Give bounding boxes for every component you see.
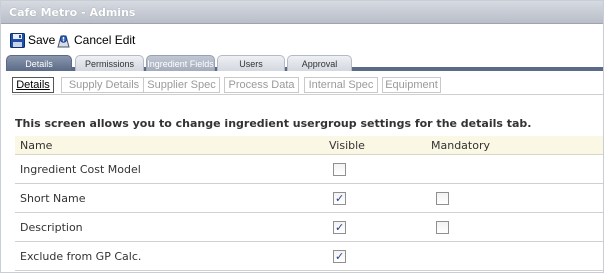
info-text: This screen allows you to change ingredi… bbox=[15, 117, 532, 130]
cancel-edit-label: Cancel Edit bbox=[74, 33, 136, 47]
visible-checkbox[interactable]: ✓ bbox=[333, 192, 346, 205]
visible-checkbox[interactable]: ✓ bbox=[333, 221, 346, 234]
row-name: Exclude from GP Calc. bbox=[20, 250, 142, 263]
window-title: Cafe Metro - Admins bbox=[9, 6, 136, 19]
row-name: Short Name bbox=[20, 192, 86, 205]
table-row: Ingredient Cost Model bbox=[15, 155, 603, 184]
cancel-edit-icon bbox=[56, 33, 71, 48]
subtab-supply-details[interactable]: Supply Details bbox=[61, 77, 147, 93]
mandatory-checkbox[interactable] bbox=[436, 221, 449, 234]
visible-checkbox[interactable] bbox=[333, 163, 346, 176]
subtab-internal-spec[interactable]: Internal Spec bbox=[304, 77, 378, 93]
column-header-visible: Visible bbox=[329, 139, 365, 152]
subtab-process-data[interactable]: Process Data bbox=[224, 77, 299, 93]
column-header-mandatory: Mandatory bbox=[431, 139, 491, 152]
settings-grid: Name Visible Mandatory Ingredient Cost M… bbox=[15, 136, 603, 271]
checkmark-icon: ✓ bbox=[335, 250, 345, 263]
row-name: Ingredient Cost Model bbox=[20, 163, 141, 176]
tab-details[interactable]: Details bbox=[6, 55, 72, 71]
checkmark-icon: ✓ bbox=[335, 221, 345, 234]
subtab-equipment[interactable]: Equipment bbox=[382, 77, 441, 93]
subtab-divider bbox=[12, 94, 603, 95]
tab-users[interactable]: Users bbox=[217, 55, 285, 71]
title-bar: Cafe Metro - Admins bbox=[1, 1, 603, 24]
tab-permissions[interactable]: Permissions bbox=[75, 55, 144, 71]
save-label: Save bbox=[28, 33, 56, 47]
cancel-edit-button[interactable]: Cancel Edit bbox=[56, 31, 135, 49]
save-button[interactable]: Save bbox=[10, 31, 55, 49]
mandatory-checkbox[interactable] bbox=[436, 192, 449, 205]
grid-header: Name Visible Mandatory bbox=[15, 136, 603, 155]
column-header-name: Name bbox=[20, 139, 53, 152]
table-row: Short Name ✓ bbox=[15, 184, 603, 213]
tab-ingredient-fields[interactable]: Ingredient Fields bbox=[146, 55, 215, 71]
tab-approval[interactable]: Approval bbox=[287, 55, 352, 71]
main-tab-bar: Details Permissions Ingredient Fields Us… bbox=[6, 55, 603, 71]
row-name: Description bbox=[20, 221, 83, 234]
table-row: Exclude from GP Calc. ✓ bbox=[15, 242, 603, 271]
table-row: Description ✓ bbox=[15, 213, 603, 242]
checkmark-icon: ✓ bbox=[335, 192, 345, 205]
floppy-disk-icon bbox=[10, 32, 25, 48]
toolbar: Save Cancel Edit bbox=[1, 25, 603, 54]
subtab-supplier-spec[interactable]: Supplier Spec bbox=[143, 77, 220, 93]
subtab-details[interactable]: Details bbox=[12, 77, 54, 93]
visible-checkbox[interactable]: ✓ bbox=[333, 250, 346, 263]
admin-window: Cafe Metro - Admins Save Cancel Edit Det… bbox=[0, 0, 604, 273]
